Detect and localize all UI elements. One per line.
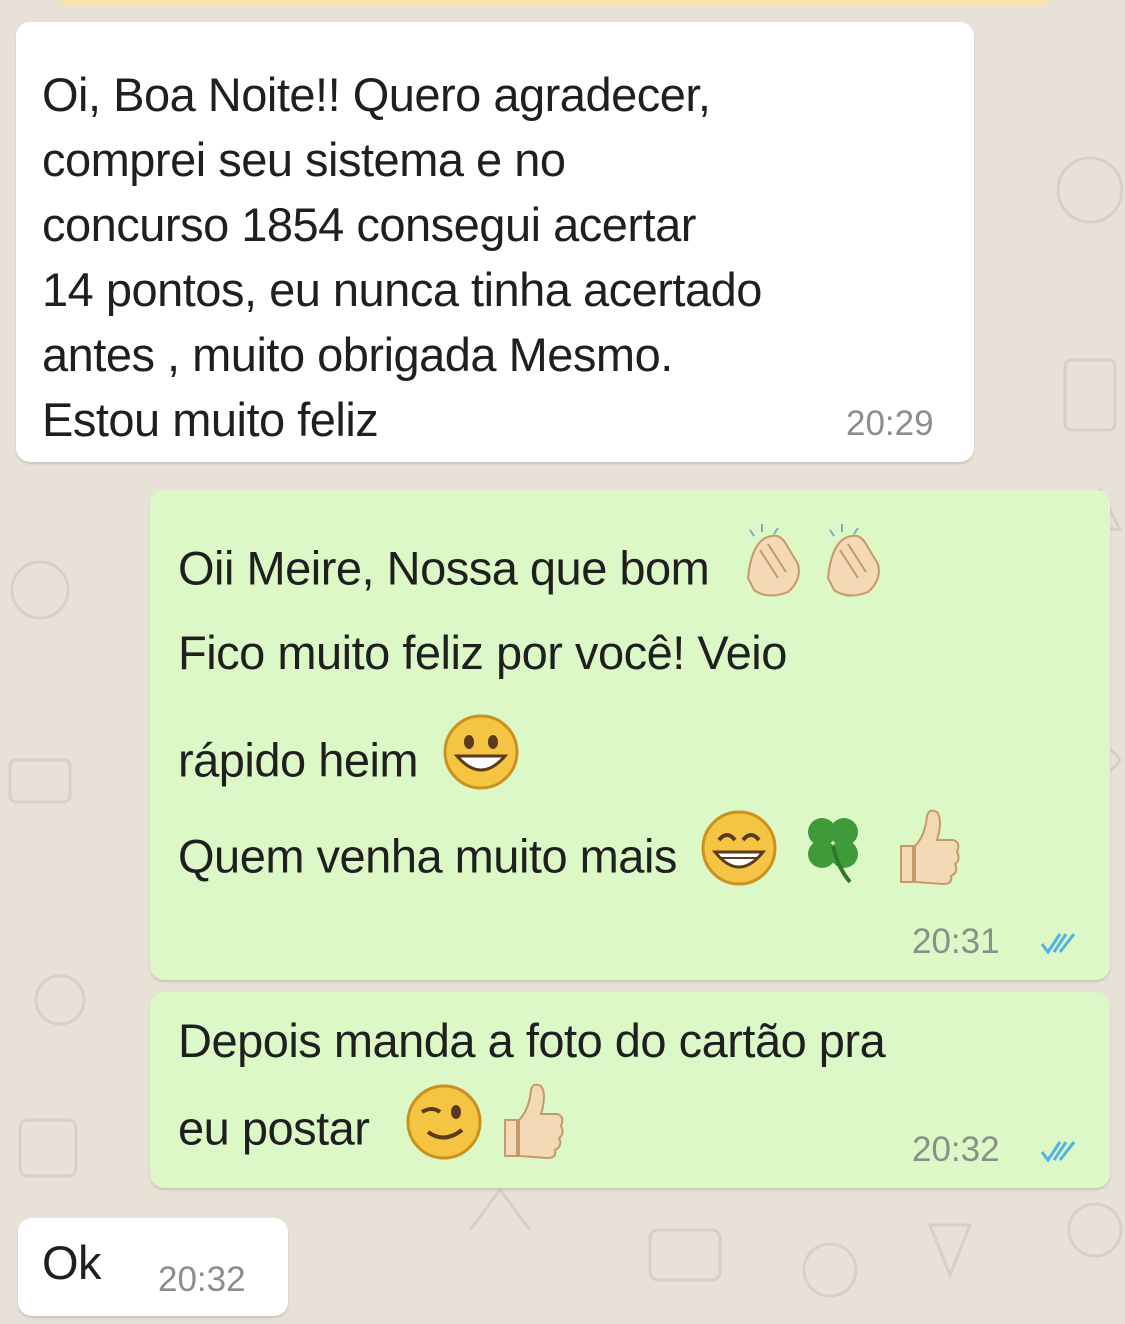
incoming-message-bubble[interactable]: Oi, Boa Noite!! Quero agradecer, comprei… [16,22,974,462]
grinning-face-icon [441,712,521,808]
message-text-segment: rápido heim [178,733,419,787]
read-receipt-icon [1040,933,1076,955]
incoming-message-bubble[interactable]: Ok 20:32 [18,1218,288,1316]
thumbs-up-icon [893,806,963,902]
message-text-line: Estou muito feliz [42,393,379,446]
beaming-face-icon [699,808,779,904]
thumbs-up-icon [497,1080,567,1176]
chat-background: Oi, Boa Noite!! Quero agradecer, comprei… [0,0,1125,1324]
message-text-segment: eu postar [178,1101,370,1155]
message-text-line: Oi, Boa Noite!! Quero agradecer, [42,68,711,121]
message-text-line: Depois manda a foto do cartão pra [178,1014,886,1067]
four-leaf-clover-icon [798,810,868,902]
message-text-line: eu postar [178,1082,567,1180]
message-text-line: Oii Meire, Nossa que bom [178,524,894,620]
message-timestamp: 20:31 [912,922,1000,961]
message-text-line: Fico muito feliz por você! Veio [178,626,787,679]
outgoing-message-bubble[interactable]: Oii Meire, Nossa que bom Fico muito feli… [150,490,1110,980]
previous-message-edge [60,0,1050,6]
message-text-line: 14 pontos, eu nunca tinha acertado [42,263,762,316]
message-timestamp: 20:32 [912,1130,1000,1169]
message-text-line: antes , muito obrigada Mesmo. [42,328,673,381]
message-text-line: rápido heim [178,714,521,812]
message-text-line: Quem venha muito mais [178,809,963,908]
clapping-hands-icon [738,520,894,616]
message-text-line: comprei seu sistema e no [42,133,566,186]
winking-face-icon [404,1082,484,1178]
message-text-segment: Oii Meire, Nossa que bom [178,541,710,595]
message-timestamp: 20:32 [158,1260,246,1299]
outgoing-message-bubble[interactable]: Depois manda a foto do cartão pra eu pos… [150,992,1110,1188]
message-text-line: concurso 1854 consegui acertar [42,198,696,251]
read-receipt-icon [1040,1141,1076,1163]
message-text-segment: Quem venha muito mais [178,829,677,883]
message-text-line: Ok [42,1236,102,1289]
message-timestamp: 20:29 [846,404,934,443]
